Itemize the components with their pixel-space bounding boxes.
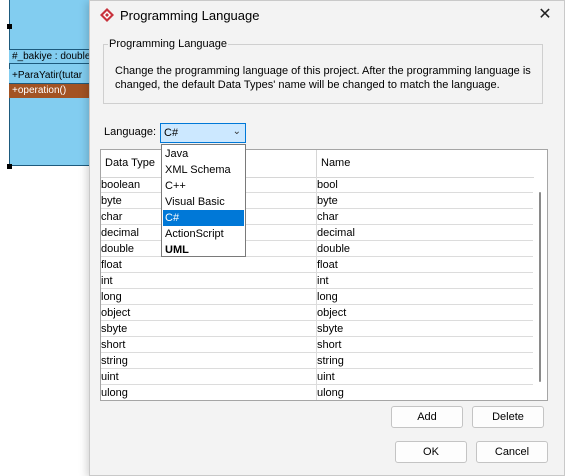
data-type-cell[interactable]: sbyte [101, 322, 127, 336]
data-type-cell[interactable]: uint [101, 370, 119, 384]
close-button[interactable]: ✕ [532, 4, 558, 26]
table-row[interactable]: sbyte sbyte [101, 321, 533, 337]
data-type-cell[interactable]: short [101, 338, 125, 352]
language-option[interactable]: ActionScript [163, 226, 244, 242]
language-select[interactable]: C# ⌄ [160, 123, 246, 143]
name-cell[interactable]: long [317, 290, 338, 304]
language-option[interactable]: UML [163, 242, 244, 258]
data-type-cell[interactable]: int [101, 274, 113, 288]
language-option[interactable]: C# [163, 210, 244, 226]
column-header-name[interactable]: Name [321, 157, 350, 169]
table-row[interactable]: short short [101, 337, 533, 353]
programming-language-dialog: Programming Language ✕ Programming Langu… [89, 0, 565, 476]
name-cell[interactable]: uint [317, 370, 335, 384]
vertical-scrollbar[interactable] [534, 176, 546, 400]
app-logo-icon [100, 8, 114, 22]
scrollbar-thumb[interactable] [539, 192, 541, 382]
data-type-cell[interactable]: object [101, 306, 130, 320]
language-option[interactable]: Java [163, 146, 244, 162]
name-cell[interactable]: int [317, 274, 329, 288]
name-cell[interactable]: sbyte [317, 322, 343, 336]
name-cell[interactable]: float [317, 258, 338, 272]
data-type-cell[interactable]: float [101, 258, 122, 272]
name-cell[interactable]: decimal [317, 226, 355, 240]
ok-button[interactable]: OK [395, 441, 467, 463]
close-icon: ✕ [538, 6, 552, 23]
name-cell[interactable]: byte [317, 194, 338, 208]
language-option[interactable]: XML Schema [163, 162, 244, 178]
name-cell[interactable]: bool [317, 178, 338, 192]
data-type-cell[interactable]: byte [101, 194, 122, 208]
uml-operation-selected[interactable]: +operation() [9, 84, 94, 98]
data-type-cell[interactable]: ulong [101, 386, 128, 400]
column-header-data-type[interactable]: Data Type [105, 157, 155, 169]
data-type-cell[interactable]: string [101, 354, 128, 368]
language-select-value: C# [164, 127, 179, 139]
resize-handle[interactable] [7, 24, 12, 29]
language-option[interactable]: Visual Basic [163, 194, 244, 210]
table-row[interactable]: string string [101, 353, 533, 369]
table-row[interactable]: int int [101, 273, 533, 289]
resize-handle[interactable] [7, 164, 12, 169]
delete-button[interactable]: Delete [472, 406, 544, 428]
table-row[interactable]: uint uint [101, 369, 533, 385]
data-type-cell[interactable]: char [101, 210, 122, 224]
title-bar: Programming Language ✕ [90, 1, 564, 31]
table-row[interactable]: ulong ulong [101, 385, 533, 400]
name-cell[interactable]: char [317, 210, 338, 224]
uml-attribute[interactable]: #_bakiye : double [9, 49, 94, 64]
uml-operation[interactable]: +ParaYatir(tutar [9, 69, 94, 84]
add-button[interactable]: Add [391, 406, 463, 428]
language-option[interactable]: C++ [163, 178, 244, 194]
name-cell[interactable]: string [317, 354, 344, 368]
name-cell[interactable]: ulong [317, 386, 344, 400]
language-label: Language: [104, 126, 156, 138]
dialog-title: Programming Language [120, 8, 260, 23]
name-cell[interactable]: short [317, 338, 341, 352]
data-type-cell[interactable]: decimal [101, 226, 139, 240]
table-row[interactable]: long long [101, 289, 533, 305]
description-text: Change the programming language of this … [115, 65, 531, 91]
language-dropdown-list: Java XML Schema C++ Visual Basic C# ActionScr… [161, 144, 246, 257]
data-type-cell[interactable]: long [101, 290, 122, 304]
data-type-cell[interactable]: boolean [101, 178, 140, 192]
table-row[interactable]: float float [101, 257, 533, 273]
group-legend: Programming Language [108, 38, 229, 50]
data-type-cell[interactable]: double [101, 242, 134, 256]
cancel-button[interactable]: Cancel [476, 441, 548, 463]
name-cell[interactable]: object [317, 306, 346, 320]
chevron-down-icon: ⌄ [232, 126, 241, 137]
name-cell[interactable]: double [317, 242, 350, 256]
table-row[interactable]: object object [101, 305, 533, 321]
